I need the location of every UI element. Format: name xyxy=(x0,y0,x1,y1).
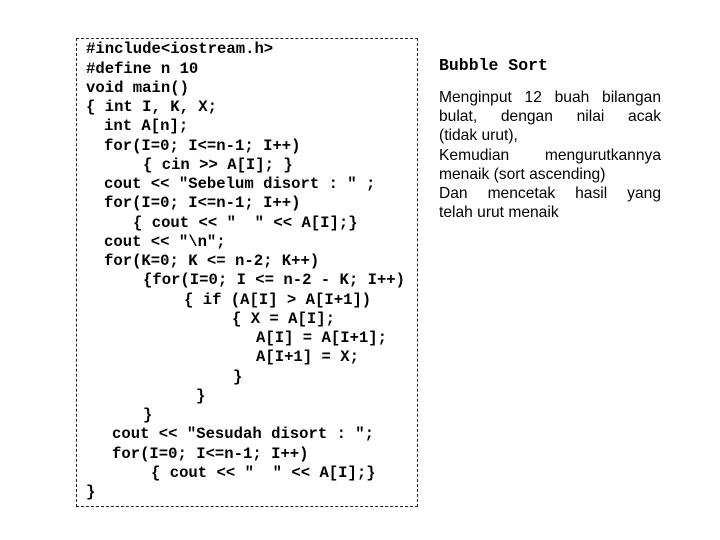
code-line: for(K=0; K <= n-2; K++) xyxy=(104,252,320,270)
code-line: for(I=0; I<=n-1; I++) xyxy=(112,445,309,463)
code-line: void main() xyxy=(86,79,189,97)
description-line: Dan mencetak hasil yang xyxy=(439,185,661,203)
code-line: cout << "Sesudah disort : "; xyxy=(112,425,375,443)
code-line: } xyxy=(143,406,153,424)
description-line: Menginput 12 buah bilangan xyxy=(439,89,661,106)
code-line: } xyxy=(196,387,206,405)
code-line: #define n 10 xyxy=(86,60,199,78)
code-line: cout << "Sebelum disort : " ; xyxy=(104,175,376,193)
code-line: A[I] = A[I+1]; xyxy=(256,329,388,347)
code-line: { cout << " " << A[I];} xyxy=(151,464,376,482)
code-line: { cout << " " << A[I];} xyxy=(133,214,358,232)
code-line: for(I=0; I<=n-1; I++) xyxy=(104,194,301,212)
description-line: (tidak urut), xyxy=(439,127,518,145)
description-panel: Bubble Sort Menginput 12 buah bilangan b… xyxy=(439,56,661,222)
code-line: { if (A[I] > A[I+1]) xyxy=(184,291,372,309)
code-line: { cin >> A[I]; } xyxy=(143,156,293,174)
code-line: cout << "\n"; xyxy=(104,233,226,251)
description-line: menaik (sort ascending) xyxy=(439,165,606,183)
description-line: telah urut menaik xyxy=(439,204,559,222)
code-line: {for(I=0; I <= n-2 - K; I++) xyxy=(143,271,406,289)
description-line: bulat, dengan nilai acak xyxy=(439,108,661,126)
code-line: { int I, K, X; xyxy=(86,98,218,116)
code-line: } xyxy=(86,483,96,501)
code-line: { X = A[I]; xyxy=(232,310,335,328)
code-line: } xyxy=(233,368,243,386)
code-line: #include<iostream.h> xyxy=(86,40,274,58)
code-line: int A[n]; xyxy=(104,117,189,135)
description-line: Kemudian mengurutkannya xyxy=(439,146,661,164)
description-text: Menginput 12 buah bilangan bulat, dengan… xyxy=(439,88,661,222)
section-title: Bubble Sort xyxy=(439,56,548,75)
code-line: for(I=0; I<=n-1; I++) xyxy=(104,137,301,155)
code-line: A[I+1] = X; xyxy=(256,348,359,366)
